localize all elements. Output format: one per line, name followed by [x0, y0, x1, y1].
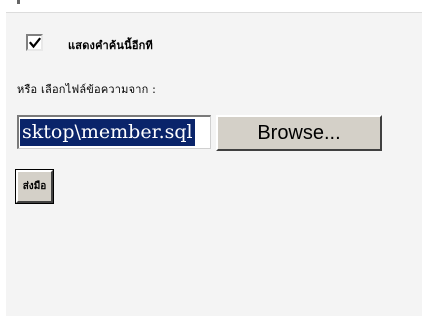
- show-again-checkbox[interactable]: [26, 34, 43, 51]
- show-again-label: แสดงคำค้นนี้อีกที: [68, 39, 153, 52]
- file-path-value: sktop\member.sql: [20, 119, 195, 146]
- file-path-input[interactable]: sktop\member.sql: [17, 115, 211, 149]
- file-source-label: หรือ เลือกไฟล์ข้อความจาก :: [17, 83, 157, 96]
- browse-button[interactable]: Browse...: [216, 115, 382, 151]
- separator-mark: [17, 0, 20, 4]
- form-panel: [6, 12, 422, 316]
- submit-button[interactable]: ส่งมือ: [15, 169, 54, 204]
- checkmark-icon: [29, 37, 41, 49]
